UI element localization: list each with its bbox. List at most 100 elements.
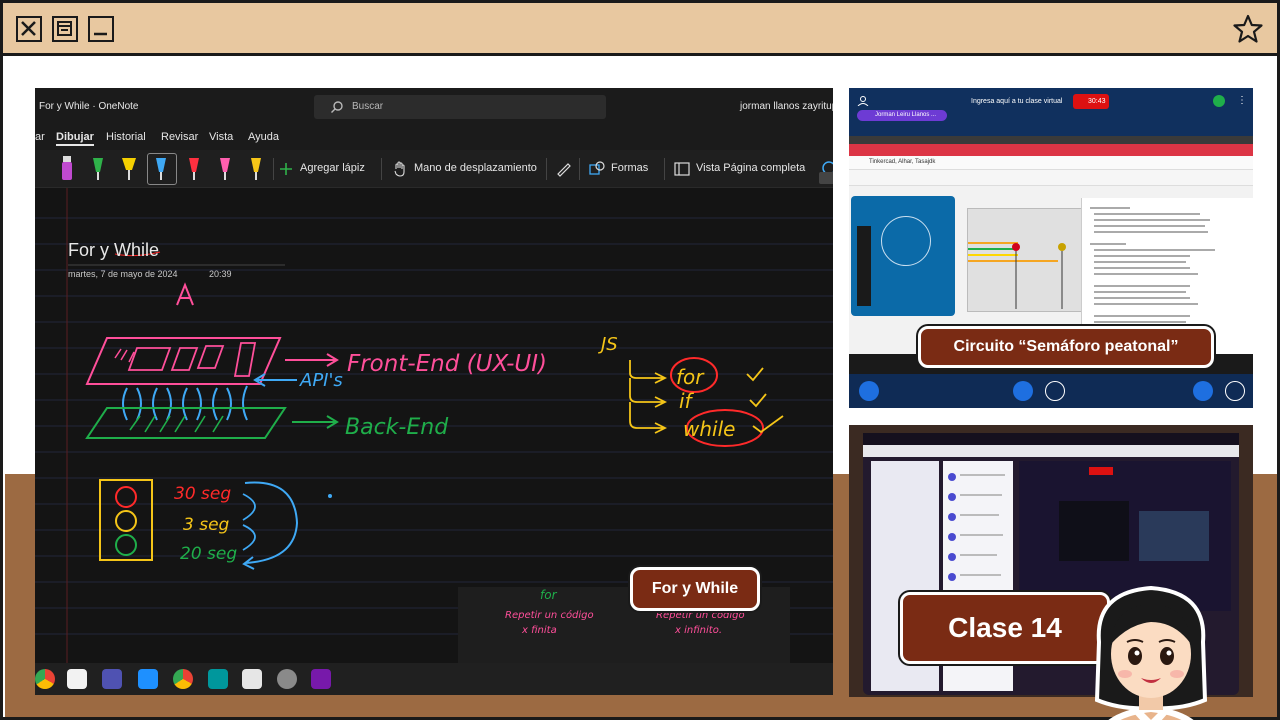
pen-purple-icon[interactable] <box>59 156 75 182</box>
inner-recording <box>1089 467 1113 475</box>
onenote-icon[interactable] <box>311 669 331 689</box>
notepad-icon[interactable] <box>138 669 158 689</box>
menu-tab-draw[interactable]: Dibujar <box>56 131 94 146</box>
for-while-label: For y While <box>630 567 760 611</box>
recording-timer: 30:43 <box>1073 94 1109 109</box>
menu-tab-insert[interactable]: ar <box>35 131 45 143</box>
pen-pink-icon[interactable] <box>217 156 233 182</box>
timer-text: 30:43 <box>1088 98 1106 105</box>
code-lines <box>1090 207 1215 329</box>
ribbon-divider <box>381 158 382 180</box>
share-screen-icon[interactable] <box>1193 381 1213 401</box>
user-name: jorman llanos zayritup <box>740 101 833 112</box>
shapes-button[interactable]: Formas <box>611 162 648 174</box>
browser-bar <box>849 144 1253 156</box>
chrome-profile-icon[interactable] <box>173 669 193 689</box>
ink-back-end: Back-End <box>345 415 449 440</box>
search-small-icon[interactable] <box>819 172 833 184</box>
laptop-tabs <box>863 433 1239 445</box>
star-icon[interactable] <box>1233 14 1263 44</box>
ink-for: for <box>676 365 705 389</box>
full-page-view-button[interactable]: Vista Página completa <box>696 162 805 174</box>
signal-icon <box>1213 95 1225 107</box>
menu-tab-review[interactable]: Revisar <box>161 131 198 143</box>
ink-30-seg: 30 seg <box>174 484 231 504</box>
minimize-icon[interactable] <box>88 16 114 42</box>
add-pen-button[interactable]: Agregar lápiz <box>300 162 365 174</box>
tinkercad-title: Tinkercad, Alhar, Tasajdk <box>869 159 936 165</box>
search-icon <box>331 101 343 113</box>
inner-onenote <box>1059 501 1129 561</box>
add-button[interactable] <box>859 381 879 401</box>
pan-hand-button[interactable]: Mano de desplazamiento <box>414 162 537 174</box>
teams-icon[interactable] <box>102 669 122 689</box>
ink-front-end: Front-End (UX-UI) <box>347 351 547 377</box>
inner-code <box>1139 511 1209 561</box>
pen-red-icon[interactable] <box>186 156 202 182</box>
ink-infinite: x infinito. <box>674 625 722 636</box>
menu-tab-history[interactable]: Historial <box>106 131 146 143</box>
user-icon[interactable] <box>857 96 869 106</box>
onenote-titlebar: For y While · OneNote Buscar jorman llan… <box>35 88 833 128</box>
circuit-label: Circuito “Semáforo peatonal” <box>918 326 1214 368</box>
ink-20-seg: 20 seg <box>180 544 237 564</box>
meeting-header: Ingresa aquí a tu clase virtual 30:43 Jo… <box>849 88 1253 136</box>
shapes-icon <box>589 161 605 175</box>
meeting-controls <box>849 374 1253 408</box>
onenote-title: For y While · OneNote <box>39 101 139 112</box>
restore-icon[interactable] <box>52 16 78 42</box>
ink-finite: x finita <box>521 625 557 636</box>
snipping-tool-icon[interactable] <box>242 669 262 689</box>
browser-tabs <box>849 136 1253 144</box>
user-badge: Jorman Leiru Llanos ... <box>857 110 947 121</box>
ribbon-divider <box>273 158 274 180</box>
ribbon-divider <box>664 158 665 180</box>
page-view-icon <box>674 162 690 176</box>
ribbon-divider <box>579 158 580 180</box>
more-icon[interactable]: ⋮ <box>1237 95 1247 106</box>
ink-repeat-for: Repetir un código <box>505 609 594 621</box>
toolbar <box>849 170 1253 186</box>
arduino-icon[interactable] <box>208 669 228 689</box>
pen-blue-icon[interactable] <box>153 156 169 182</box>
tinkercad-browser: Tinkercad, Alhar, Tasajdk <box>849 136 1253 354</box>
headset-icon[interactable] <box>1013 381 1033 401</box>
pen-yellow-icon[interactable] <box>248 156 264 182</box>
chip <box>857 226 871 306</box>
store-icon[interactable] <box>67 669 87 689</box>
settings-gear-icon[interactable] <box>277 669 297 689</box>
wires <box>968 242 1066 309</box>
tinkercad-header: Tinkercad, Alhar, Tasajdk <box>849 156 1253 170</box>
ribbon-divider <box>546 158 547 180</box>
raise-hand-icon[interactable] <box>1225 381 1245 401</box>
search-placeholder: Buscar <box>352 101 384 112</box>
hand-icon <box>394 161 405 177</box>
highlighter-yellow-icon[interactable] <box>121 156 137 182</box>
onenote-menu: ar Dibujar Historial Revisar Vista Ayuda <box>35 128 833 150</box>
ruler-icon[interactable] <box>555 161 571 177</box>
ink-3-seg: 3 seg <box>183 515 230 535</box>
windows-taskbar <box>35 663 833 695</box>
camera-off-icon[interactable] <box>1045 381 1065 401</box>
ink-api: API's <box>299 370 343 391</box>
arduino-board <box>851 196 955 316</box>
arduino-logo <box>881 216 931 266</box>
ink-while: while <box>683 417 735 441</box>
breadboard <box>967 208 1087 312</box>
plus-icon <box>280 163 292 175</box>
ink-js: JS <box>598 334 618 355</box>
menu-tab-view[interactable]: Vista <box>209 131 233 143</box>
meeting-title: Ingresa aquí a tu clase virtual <box>971 98 1063 105</box>
draw-ribbon: Agregar lápiz Mano de desplazamiento For… <box>35 150 833 188</box>
ink-table-for: for <box>540 588 558 602</box>
content-area: For y While · OneNote Buscar jorman llan… <box>5 59 1277 720</box>
close-icon[interactable] <box>16 16 42 42</box>
app-window: For y While · OneNote Buscar jorman llan… <box>0 0 1280 720</box>
presenter-avatar <box>1094 585 1208 720</box>
chrome-icon[interactable] <box>35 669 55 689</box>
search-box[interactable]: Buscar <box>314 95 606 119</box>
laptop-urlbar <box>863 445 1239 457</box>
title-bar <box>3 3 1277 56</box>
menu-tab-help[interactable]: Ayuda <box>248 131 279 143</box>
pen-green-icon[interactable] <box>90 156 106 182</box>
